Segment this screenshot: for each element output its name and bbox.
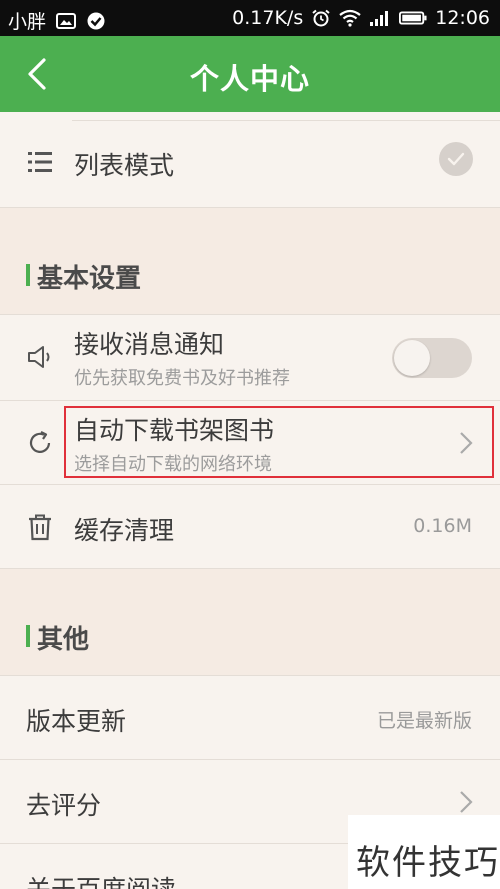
refresh-icon xyxy=(29,431,51,453)
title-bar: 个人中心 xyxy=(0,36,500,112)
version-row[interactable]: 版本更新 已是最新版 xyxy=(0,676,500,760)
divider xyxy=(72,120,500,121)
version-label: 版本更新 xyxy=(26,707,127,736)
section-accent-bar xyxy=(26,625,30,647)
cache-row[interactable]: 缓存清理 0.16M xyxy=(0,485,500,569)
wifi-icon xyxy=(339,9,361,27)
image-icon xyxy=(56,12,77,29)
list-mode-label: 列表模式 xyxy=(74,151,175,180)
chevron-right-icon xyxy=(460,432,473,454)
watermark-text: 软件技巧 xyxy=(356,843,500,883)
auto-download-label: 自动下载书架图书 xyxy=(74,416,275,445)
notifications-row[interactable]: 接收消息通知 优先获取免费书及好书推荐 xyxy=(0,315,500,401)
alarm-icon xyxy=(312,9,330,27)
battery-icon xyxy=(399,11,427,25)
section-other: 其他 xyxy=(0,569,500,676)
rate-label: 去评分 xyxy=(26,791,102,820)
section-accent-bar xyxy=(26,264,30,286)
page-title: 个人中心 xyxy=(189,62,310,96)
signal-icon xyxy=(370,11,389,26)
section-label: 基本设置 xyxy=(37,264,142,294)
auto-download-row[interactable]: 自动下载书架图书 选择自动下载的网络环境 xyxy=(0,401,500,485)
notifications-label: 接收消息通知 xyxy=(74,330,225,359)
version-status: 已是最新版 xyxy=(376,710,472,732)
chevron-right-icon xyxy=(460,791,473,813)
watermark: 软件技巧 xyxy=(348,815,500,889)
list-mode-row[interactable]: 列表模式 xyxy=(0,112,500,208)
list-mode-checkbox[interactable] xyxy=(439,142,473,176)
section-basic-settings: 基本设置 xyxy=(0,208,500,315)
auto-download-description: 选择自动下载的网络环境 xyxy=(74,454,272,475)
notifications-toggle[interactable] xyxy=(392,338,472,378)
clock: 12:06 xyxy=(435,7,490,29)
trash-icon xyxy=(29,514,51,541)
cache-label: 缓存清理 xyxy=(74,516,175,545)
list-icon xyxy=(28,152,52,172)
cache-size: 0.16M xyxy=(413,515,472,537)
network-speed: 0.17K/s xyxy=(232,7,304,29)
section-label: 其他 xyxy=(37,625,90,655)
toggle-knob xyxy=(394,340,430,376)
about-label: 关于百度阅读 xyxy=(26,870,176,889)
check-icon xyxy=(447,152,465,166)
check-badge-icon xyxy=(87,12,105,29)
status-bar: 小胖 0.17K/s 12:06 xyxy=(0,0,500,36)
carrier-label: 小胖 xyxy=(8,11,47,33)
speaker-icon xyxy=(28,346,50,368)
notifications-description: 优先获取免费书及好书推荐 xyxy=(74,368,290,389)
